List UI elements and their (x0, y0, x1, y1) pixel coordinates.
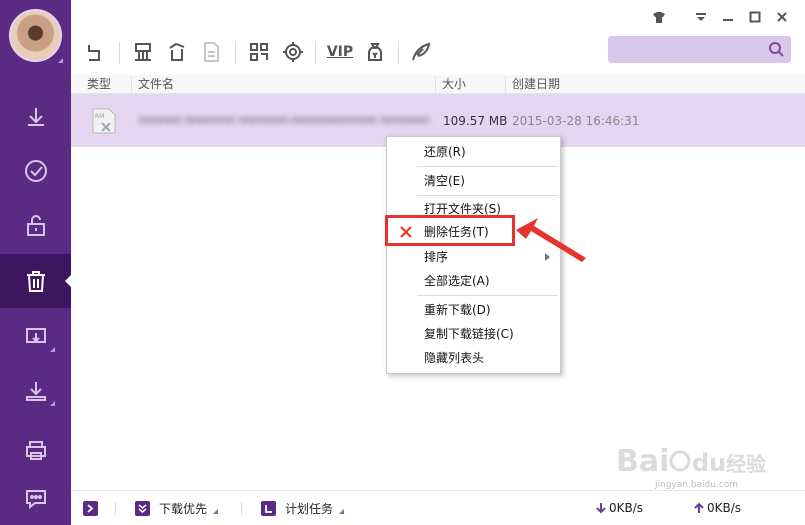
skin-icon[interactable] (649, 8, 669, 26)
sidebar-item-upload-task[interactable] (0, 310, 71, 364)
unlock-icon (26, 215, 45, 236)
column-filename[interactable]: 文件名 (131, 76, 435, 93)
restore-tool[interactable] (81, 38, 109, 66)
clear-tool[interactable] (129, 38, 157, 66)
arrow-annotation-icon (516, 218, 586, 262)
rm-file-icon: RM (92, 108, 116, 134)
tray-download-icon (25, 382, 46, 401)
svg-text:经验: 经验 (726, 452, 766, 476)
sidebar-item-downloading[interactable] (0, 90, 71, 144)
svg-text:Bai: Bai (616, 444, 669, 479)
caret-icon (339, 508, 345, 514)
menu-divider (417, 195, 558, 196)
avatar[interactable] (9, 9, 62, 62)
check-circle-icon (24, 160, 47, 182)
money-bag-tool[interactable] (361, 38, 389, 66)
column-type[interactable]: 类型 (81, 76, 111, 93)
wing-icon (412, 42, 431, 61)
status-divider (115, 502, 116, 516)
monitor-download-icon (25, 328, 46, 343)
sidebar-item-download-to[interactable] (0, 364, 71, 418)
money-bag-icon (368, 43, 382, 61)
grid-tool[interactable] (245, 38, 273, 66)
chat-bubble-icon (25, 490, 46, 510)
settings-gear-icon (283, 42, 303, 62)
download-speed: 0KB/s (595, 501, 643, 515)
svg-text:RM: RM (95, 113, 104, 120)
wing-tool[interactable] (407, 38, 435, 66)
sidebar-item-unlocked[interactable] (0, 198, 71, 252)
app-window: VIP 类型 文件名 大小 创建日期 RM nnnnnn nnnnnnn nnn… (0, 0, 805, 525)
menu-dropdown-icon[interactable] (691, 8, 711, 26)
trash-icon (26, 271, 45, 292)
sidebar-item-trash[interactable] (0, 254, 71, 308)
sidebar (0, 0, 71, 525)
list-header: 类型 文件名 大小 创建日期 (71, 75, 805, 94)
status-bar: 下载优先 计划任务 0KB/s 0KB/s (71, 490, 805, 525)
file-size: 109.57 MB (443, 114, 508, 128)
delete-tool[interactable] (163, 38, 191, 66)
svg-text:du: du (692, 449, 726, 477)
menu-item-redownload[interactable]: 重新下载(D) (387, 299, 560, 321)
file-name: nnnnnn nnnnnnn nnnnnnn-nnnnnnnnnnnn nnnn… (139, 113, 429, 127)
highlight-annotation (385, 215, 515, 246)
file-icon (204, 42, 219, 62)
schedule-icon (261, 500, 276, 516)
file-tool[interactable] (197, 38, 225, 66)
column-date[interactable]: 创建日期 (505, 76, 665, 93)
sidebar-caret-icon (50, 347, 55, 352)
menu-divider (417, 295, 558, 296)
toolbar-divider (398, 42, 399, 64)
toolbar-divider (315, 42, 316, 64)
clear-icon (135, 43, 151, 61)
avatar-caret-icon (58, 58, 63, 63)
menu-item-hide-header[interactable]: 隐藏列表头 (387, 347, 560, 369)
toolbar-divider (235, 42, 236, 64)
restore-icon (88, 45, 100, 61)
maximize-icon[interactable] (745, 8, 765, 26)
delete-icon (169, 42, 185, 61)
download-arrow-icon (27, 108, 44, 126)
column-size[interactable]: 大小 (435, 76, 505, 93)
minimize-icon[interactable] (718, 8, 738, 26)
menu-item-label: 排序 (424, 250, 449, 264)
sidebar-item-printer[interactable] (0, 424, 71, 478)
search-input[interactable] (614, 40, 762, 59)
status-divider (241, 502, 242, 516)
download-priority-button[interactable]: 下载优先 (135, 499, 219, 517)
menu-item-restore[interactable]: 还原(R) (387, 141, 560, 163)
toolbar: VIP (71, 0, 805, 75)
search-box[interactable] (608, 36, 791, 63)
sidebar-item-completed[interactable] (0, 144, 71, 198)
scheduled-task-label: 计划任务 (285, 501, 334, 516)
priority-icon (135, 500, 150, 516)
menu-item-clear[interactable]: 清空(E) (387, 170, 560, 192)
printer-icon (25, 441, 46, 460)
grid-icon (250, 43, 268, 61)
download-arrow-icon (596, 503, 606, 514)
download-speed-value: 0KB/s (609, 501, 644, 515)
download-priority-label: 下载优先 (159, 501, 208, 516)
close-icon[interactable] (772, 8, 792, 26)
upload-speed-value: 0KB/s (707, 501, 742, 515)
chevron-right-icon (83, 500, 98, 516)
settings-tool[interactable] (279, 38, 307, 66)
toolbar-divider (119, 42, 120, 64)
sidebar-caret-icon (50, 401, 55, 406)
file-date: 2015-03-28 16:46:31 (512, 114, 640, 128)
scheduled-task-button[interactable]: 计划任务 (261, 499, 345, 517)
upload-speed: 0KB/s (693, 501, 741, 515)
expand-button[interactable] (83, 499, 107, 517)
upload-arrow-icon (694, 502, 704, 513)
sidebar-item-chat[interactable] (0, 472, 71, 525)
caret-icon (213, 508, 219, 514)
menu-divider (417, 166, 558, 167)
watermark-url: jingyan.baidu.com (655, 480, 739, 490)
vip-tool[interactable]: VIP (325, 38, 355, 66)
vip-icon: VIP (326, 44, 354, 60)
menu-item-select-all[interactable]: 全部选定(A) (387, 270, 560, 292)
search-icon[interactable] (768, 41, 785, 58)
menu-item-copy-link[interactable]: 复制下载链接(C) (387, 323, 560, 345)
